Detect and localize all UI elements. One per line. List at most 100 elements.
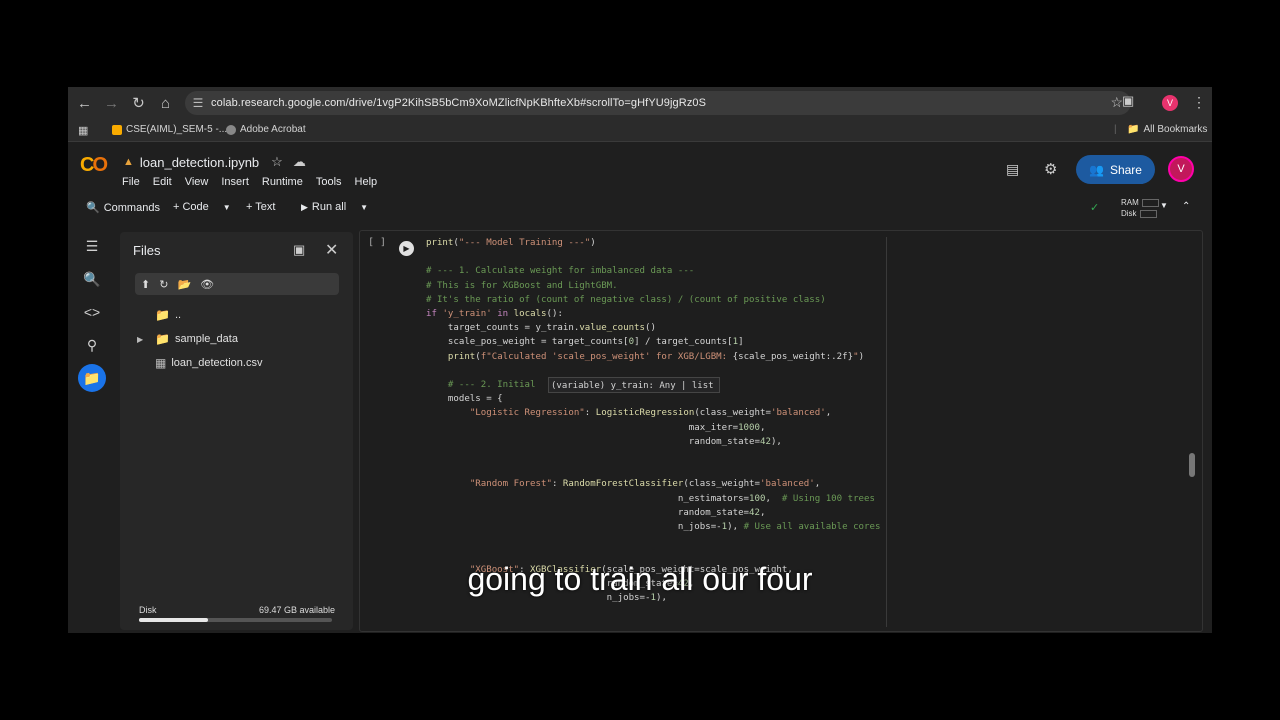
people-icon: 👥: [1089, 162, 1104, 177]
list-item[interactable]: 📁 ..: [120, 308, 181, 322]
code-snippets-icon[interactable]: <>: [78, 298, 106, 326]
globe-icon: [226, 124, 236, 135]
colab-favicon-icon: [112, 124, 122, 135]
disk-usage-bar: [139, 618, 332, 622]
files-toolbar: ⬆ ↻ 📂 👁: [135, 273, 339, 295]
apps-grid-icon[interactable]: ▦: [78, 124, 88, 137]
list-item[interactable]: ▶ 📁 sample_data: [120, 332, 238, 346]
run-cell-button[interactable]: ▶: [399, 241, 414, 256]
disk-label: Disk: [139, 605, 157, 615]
browser-profile-avatar[interactable]: V: [1162, 95, 1178, 111]
disk-usage-fill: [139, 618, 209, 622]
hover-tooltip: (variable) y_train: Any | list: [548, 377, 720, 393]
comment-icon[interactable]: ▤: [1006, 161, 1019, 178]
star-icon[interactable]: ☆: [271, 154, 283, 170]
avatar[interactable]: V: [1168, 156, 1194, 182]
folder-icon: 📁: [1127, 124, 1140, 135]
file-name: sample_data: [174, 333, 238, 345]
table-of-contents-icon[interactable]: ☰: [78, 232, 106, 260]
disk-label-toolbar: Disk: [1121, 209, 1137, 218]
menu-bar: File Edit View Insert Runtime Tools Help: [122, 176, 390, 188]
bookmarks-bar: ▦ CSE(AIML)_SEM-5 -... Adobe Acrobat | 📁…: [68, 119, 1212, 142]
all-bookmarks[interactable]: 📁 All Bookmarks: [1127, 124, 1207, 135]
menu-view[interactable]: View: [185, 176, 209, 188]
bookmark-adobe[interactable]: Adobe Acrobat: [226, 124, 306, 135]
mount-drive-icon[interactable]: 📂: [177, 278, 191, 291]
ram-label: RAM: [1121, 198, 1139, 207]
run-all-button[interactable]: ▶ Run all ▼: [301, 201, 368, 213]
url-text: colab.research.google.com/drive/1vgP2Kih…: [211, 97, 707, 109]
add-text-label: + Text: [246, 201, 276, 213]
menu-edit[interactable]: Edit: [153, 176, 172, 188]
video-caption: going to train all our four: [467, 561, 813, 597]
commands-button[interactable]: 🔍 Commands: [86, 201, 160, 215]
resource-monitor[interactable]: RAM Disk: [1121, 197, 1159, 219]
bookmark-label: Adobe Acrobat: [240, 124, 306, 135]
address-bar[interactable]: ☰ colab.research.google.com/drive/1vgP2K…: [185, 91, 1131, 115]
colab-header: CO ▲ loan_detection.ipynb ☆ ☁ File Edit …: [68, 142, 1212, 192]
divider: |: [1114, 124, 1117, 135]
bookmark-cse[interactable]: CSE(AIML)_SEM-5 -...: [112, 124, 227, 135]
menu-insert[interactable]: Insert: [221, 176, 249, 188]
files-title: Files: [133, 243, 161, 258]
folder-icon: 📁: [155, 308, 170, 322]
hide-icon[interactable]: 👁: [200, 278, 214, 291]
folder-icon[interactable]: 📁: [78, 364, 106, 392]
share-button[interactable]: 👥 Share: [1076, 155, 1155, 184]
search-icon: 🔍: [86, 202, 100, 214]
menu-help[interactable]: Help: [355, 176, 378, 188]
all-bookmarks-label: All Bookmarks: [1143, 124, 1208, 135]
address-row: ← → ↻ ⌂ ☰ colab.research.google.com/driv…: [68, 87, 1212, 119]
browser-menu-icon[interactable]: ⋮: [1192, 94, 1206, 111]
close-icon[interactable]: ✕: [325, 240, 338, 260]
disk-bar-toolbar: [1139, 209, 1157, 218]
refresh-icon[interactable]: ↻: [159, 278, 168, 291]
file-name: loan_detection.csv: [171, 357, 263, 369]
add-code-label: + Code: [173, 201, 209, 213]
commands-label: Commands: [103, 201, 160, 214]
ram-bar: [1141, 198, 1159, 207]
gear-icon[interactable]: ⚙: [1044, 160, 1057, 178]
chevron-down-icon[interactable]: ▼: [223, 203, 231, 212]
upload-icon[interactable]: ⬆: [141, 278, 150, 291]
cloud-icon[interactable]: ☁: [293, 154, 306, 170]
chevron-down-icon[interactable]: ▼: [1160, 201, 1168, 210]
menu-file[interactable]: File: [122, 176, 140, 188]
drive-file-icon: ▲: [123, 156, 134, 168]
home-icon[interactable]: ⌂: [152, 91, 179, 115]
key-icon[interactable]: ⚲: [78, 331, 106, 359]
open-in-tab-icon[interactable]: ▣: [293, 242, 305, 258]
tooltip-text: (variable) y_train: Any | list: [551, 381, 714, 391]
extension-icon[interactable]: ▣: [1122, 93, 1134, 109]
execution-count: [ ]: [368, 237, 387, 248]
file-name: ..: [174, 309, 182, 321]
bookmark-label: CSE(AIML)_SEM-5 -...: [126, 124, 228, 135]
site-info-icon[interactable]: ☰: [185, 96, 211, 110]
back-icon[interactable]: ←: [71, 91, 98, 115]
chevron-up-icon[interactable]: ⌃: [1182, 201, 1190, 212]
notebook-name[interactable]: loan_detection.ipynb: [140, 155, 259, 170]
notebook-toolbar: 🔍 Commands + Code ▼ + Text ▶ Run all ▼ ✓…: [78, 197, 1208, 221]
notebook-title: ▲ loan_detection.ipynb ☆ ☁: [123, 154, 306, 170]
list-item[interactable]: ▦ loan_detection.csv: [120, 356, 262, 370]
run-all-label: Run all: [311, 201, 347, 213]
find-icon[interactable]: 🔍: [78, 265, 106, 293]
add-code-button[interactable]: + Code ▼: [173, 201, 231, 213]
forward-icon[interactable]: →: [98, 91, 125, 115]
colab-logo[interactable]: CO: [80, 154, 108, 177]
share-label: Share: [1109, 162, 1142, 177]
play-icon: ▶: [301, 201, 308, 212]
menu-runtime[interactable]: Runtime: [262, 176, 303, 188]
add-text-button[interactable]: + Text: [246, 201, 275, 213]
scrollbar[interactable]: [1189, 453, 1195, 477]
left-rail: ☰ 🔍 <> ⚲ 📁: [78, 232, 112, 397]
csv-file-icon: ▦: [155, 356, 167, 370]
connected-check-icon: ✓: [1090, 202, 1100, 214]
folder-icon: 📁: [155, 332, 170, 346]
chevron-right-icon[interactable]: ▶: [137, 335, 149, 344]
menu-tools[interactable]: Tools: [316, 176, 342, 188]
reload-icon[interactable]: ↻: [125, 91, 152, 115]
disk-available: 69.47 GB available: [259, 605, 336, 615]
browser-window: ← → ↻ ⌂ ☰ colab.research.google.com/driv…: [68, 87, 1212, 633]
chevron-down-icon[interactable]: ▼: [360, 203, 368, 212]
